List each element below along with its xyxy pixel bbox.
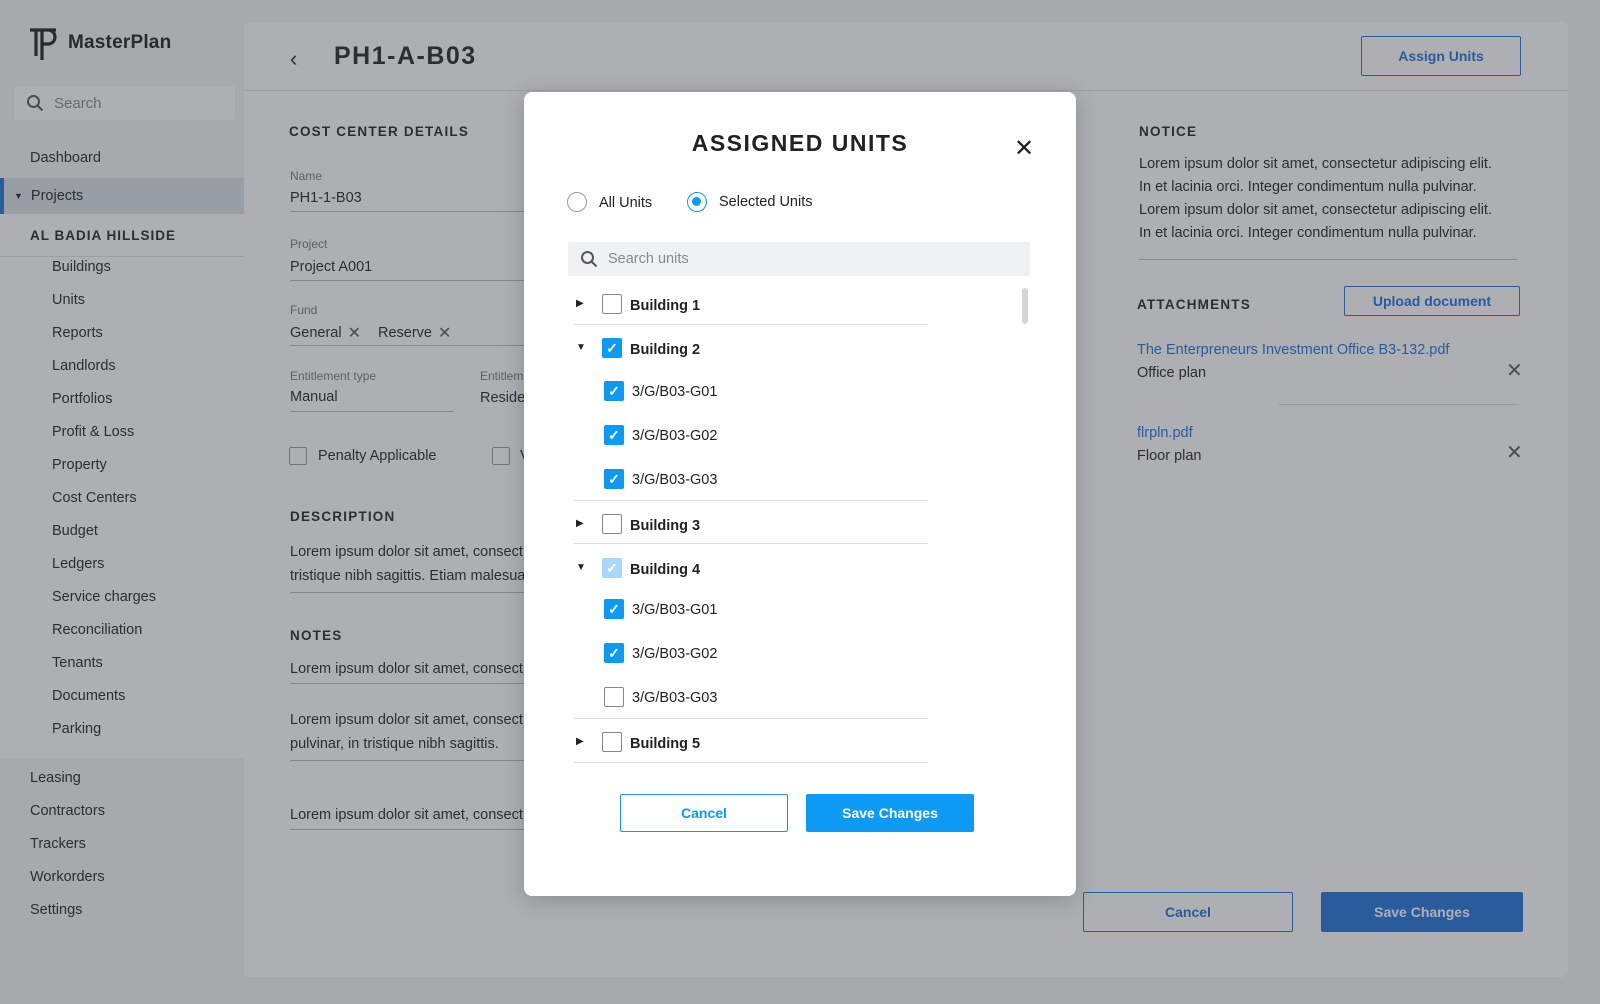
unit-checkbox[interactable]: ✓ [604,643,624,663]
tree-unit-row[interactable]: ✓ 3/G/B03-G02 [568,420,1038,460]
caret-down-icon[interactable]: ▼ [576,562,586,573]
unit-checkbox[interactable]: ✓ [604,425,624,445]
search-units-input[interactable] [608,251,1008,267]
all-units-radio[interactable] [567,192,587,212]
tree-unit-row[interactable]: ✓ 3/G/B03-G01 [568,376,1038,416]
unit-checkbox[interactable]: ✓ [604,599,624,619]
divider [574,500,928,501]
selected-units-radio[interactable] [687,192,707,212]
unit-label: 3/G/B03-G01 [632,384,718,400]
divider [574,718,928,719]
tree-unit-row[interactable]: ✓ 3/G/B03-G03 [568,464,1038,504]
building-checkbox[interactable] [602,732,622,752]
tree-building-row[interactable]: ▶ Building 3 [568,508,1038,548]
building-checkbox[interactable] [602,514,622,534]
search-units-field[interactable] [568,242,1030,276]
tree-building-row[interactable]: ▶ Building 1 [568,288,1038,328]
unit-label: 3/G/B03-G01 [632,602,718,618]
tree-scrollbar[interactable] [1022,288,1028,324]
caret-right-icon[interactable]: ▶ [576,298,584,309]
all-units-label: All Units [599,195,653,211]
building-label: Building 3 [630,518,701,534]
caret-right-icon[interactable]: ▶ [576,736,584,747]
unit-checkbox[interactable]: ✓ [604,469,624,489]
building-label: Building 5 [630,736,701,752]
tree-building-row[interactable]: ▼ ✓ Building 4 [568,552,1038,592]
building-checkbox-partial[interactable]: ✓ [602,558,622,578]
tree-building-row[interactable]: ▶ Building 5 [568,726,1038,766]
divider [574,762,928,763]
unit-label: 3/G/B03-G03 [632,472,718,488]
assigned-units-modal: ASSIGNED UNITS ✕ All Units Selected Unit… [524,92,1076,896]
unit-label: 3/G/B03-G03 [632,690,718,706]
unit-checkbox[interactable]: ✓ [604,381,624,401]
close-icon[interactable]: ✕ [1014,134,1034,163]
tree-unit-row[interactable]: ✓ 3/G/B03-G02 [568,638,1038,678]
divider [574,324,928,325]
caret-down-icon[interactable]: ▼ [576,342,586,353]
unit-label: 3/G/B03-G02 [632,646,718,662]
unit-checkbox[interactable] [604,687,624,707]
tree-unit-row[interactable]: 3/G/B03-G03 [568,682,1038,722]
building-checkbox[interactable]: ✓ [602,338,622,358]
building-label: Building 4 [630,562,701,578]
selected-units-label: Selected Units [719,194,813,210]
building-label: Building 2 [630,342,701,358]
search-icon [581,251,598,268]
building-label: Building 1 [630,298,701,314]
unit-label: 3/G/B03-G02 [632,428,718,444]
units-tree: ▶ Building 1 ▼ ✓ Building 2 ✓ 3/G/B03-G0… [568,288,1038,774]
caret-right-icon[interactable]: ▶ [576,518,584,529]
tree-unit-row[interactable]: ✓ 3/G/B03-G01 [568,594,1038,634]
building-checkbox[interactable] [602,294,622,314]
modal-save-changes-button[interactable]: Save Changes [806,794,974,832]
modal-cancel-button[interactable]: Cancel [620,794,788,832]
tree-building-row[interactable]: ▼ ✓ Building 2 [568,332,1038,372]
modal-title: ASSIGNED UNITS [691,130,909,156]
divider [574,543,928,544]
